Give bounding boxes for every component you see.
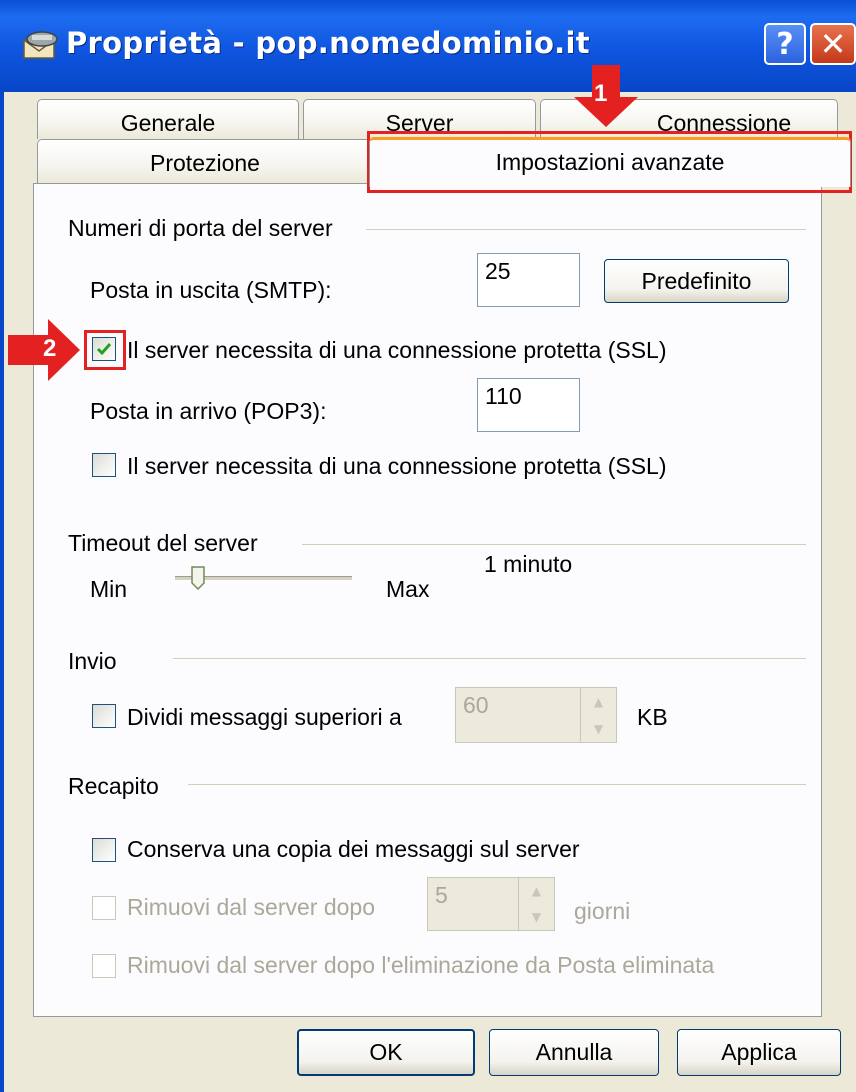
keep-copy-label: Conserva una copia dei messaggi sul serv…	[127, 836, 580, 862]
spin-up-icon[interactable]: ▲	[581, 688, 616, 715]
ports-heading: Numeri di porta del server	[68, 215, 333, 241]
spin-down-icon[interactable]: ▼	[581, 715, 616, 742]
remove-after-checkbox[interactable]	[92, 896, 116, 920]
split-unit-label: KB	[637, 704, 668, 730]
timeout-slider-thumb[interactable]	[191, 566, 205, 590]
window-title: Proprietà - pop.nomedominio.it	[66, 26, 590, 60]
cancel-button[interactable]: Annulla	[489, 1029, 659, 1076]
timeout-separator	[302, 544, 806, 545]
help-button[interactable]: ?	[764, 23, 806, 65]
tab-protezione[interactable]: Protezione	[37, 139, 373, 183]
annotation-marker-2: 2	[43, 335, 57, 362]
pop3-port-input[interactable]: 110	[477, 378, 580, 432]
smtp-ssl-label: Il server necessita di una connessione p…	[127, 337, 667, 363]
remove-after-unit: giorni	[574, 898, 631, 924]
close-button[interactable]: ✕	[810, 23, 856, 65]
tab-impostazioni-avanzate[interactable]: Impostazioni avanzate	[369, 137, 851, 187]
timeout-heading: Timeout del server	[68, 530, 258, 556]
delivery-separator	[188, 784, 806, 785]
default-button[interactable]: Predefinito	[604, 259, 789, 303]
keep-copy-checkbox[interactable]	[92, 838, 116, 862]
delivery-heading: Recapito	[68, 773, 159, 799]
smtp-label: Posta in uscita (SMTP):	[90, 277, 332, 303]
ok-button[interactable]: OK	[297, 1029, 475, 1076]
remove-deleted-checkbox[interactable]	[92, 954, 116, 978]
spin-down-icon[interactable]: ▼	[519, 904, 554, 930]
highlight-ssl-checkbox	[84, 330, 126, 370]
pop3-ssl-label: Il server necessita di una connessione p…	[127, 453, 667, 479]
split-messages-label: Dividi messaggi superiori a	[127, 704, 402, 730]
tab-generale[interactable]: Generale	[37, 99, 299, 139]
timeout-value: 1 minuto	[484, 551, 573, 577]
split-size-spinner[interactable]: ▲ ▼	[580, 688, 616, 742]
send-separator	[173, 658, 806, 659]
remove-after-spinner[interactable]: ▲ ▼	[518, 878, 554, 930]
send-heading: Invio	[68, 648, 117, 674]
slider-max-label: Max	[386, 576, 430, 602]
pop3-label: Posta in arrivo (POP3):	[90, 398, 327, 424]
ports-separator	[366, 229, 806, 230]
pop3-ssl-checkbox[interactable]	[92, 453, 116, 477]
mail-properties-icon	[23, 31, 58, 59]
remove-after-label: Rimuovi dal server dopo	[127, 894, 376, 920]
smtp-port-input[interactable]: 25	[477, 253, 580, 307]
spin-up-icon[interactable]: ▲	[519, 878, 554, 904]
title-bar[interactable]: Proprietà - pop.nomedominio.it ? ✕	[0, 0, 856, 92]
annotation-marker-1: 1	[594, 80, 608, 107]
slider-min-label: Min	[90, 576, 128, 602]
split-messages-checkbox[interactable]	[92, 704, 116, 728]
apply-button[interactable]: Applica	[677, 1029, 841, 1076]
remove-deleted-label: Rimuovi dal server dopo l'eliminazione d…	[127, 952, 715, 978]
window-left-border	[0, 92, 4, 1092]
